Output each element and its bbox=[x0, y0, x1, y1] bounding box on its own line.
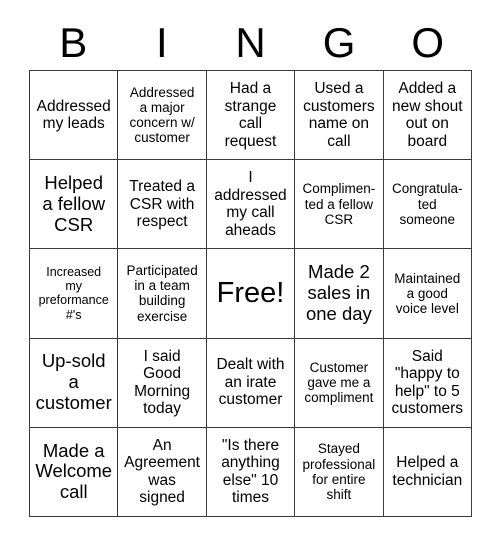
bingo-header: BINGO bbox=[29, 18, 472, 68]
bingo-cell-label: Free! bbox=[216, 277, 285, 310]
bingo-cell-r5-c2[interactable]: An Agreement was signed bbox=[118, 427, 207, 517]
bingo-cell-r4-c4[interactable]: Customer gave me a compliment bbox=[295, 338, 384, 428]
bingo-cell-r3-c5[interactable]: Maintained a good voice level bbox=[383, 249, 472, 339]
bingo-cell-label: Up-sold a customer bbox=[35, 350, 112, 414]
bingo-cell-label: Treated a CSR with respect bbox=[129, 178, 195, 231]
bingo-header-letter-o: O bbox=[411, 19, 444, 66]
bingo-cell-label: Made a Welcome call bbox=[35, 439, 113, 503]
bingo-cell-label: Helped a technician bbox=[392, 454, 463, 489]
bingo-cell-r1-c1[interactable]: Addressed my leads bbox=[30, 71, 119, 161]
bingo-cell-label: Increased my preformance #'s bbox=[38, 265, 109, 322]
bingo-cell-r4-c1[interactable]: Up-sold a customer bbox=[30, 338, 119, 428]
bingo-cell-label: Made 2 sales in one day bbox=[305, 261, 372, 324]
bingo-cell-label: Used a customers name on call bbox=[303, 80, 375, 150]
bingo-cell-label: I addressed my call aheads bbox=[214, 169, 287, 239]
bingo-cell-label: I said Good Morning today bbox=[134, 347, 191, 418]
bingo-cell-label: Addressed a major concern w/ customer bbox=[129, 84, 195, 146]
bingo-cell-label: Customer gave me a compliment bbox=[304, 359, 374, 406]
bingo-cell-r5-c1[interactable]: Made a Welcome call bbox=[30, 427, 119, 517]
bingo-cell-label: Helped a fellow CSR bbox=[42, 171, 106, 235]
bingo-cell-label: "Is there anything else" 10 times bbox=[221, 436, 280, 507]
bingo-cell-r4-c3[interactable]: Dealt with an irate customer bbox=[206, 338, 296, 428]
bingo-cell-r5-c4[interactable]: Stayed professional for entire shift bbox=[295, 427, 384, 517]
bingo-cell-r2-c3[interactable]: I addressed my call aheads bbox=[206, 160, 296, 250]
bingo-cell-r2-c1[interactable]: Helped a fellow CSR bbox=[30, 160, 119, 250]
bingo-cell-label: Said "happy to help" to 5 customers bbox=[391, 347, 464, 418]
bingo-cell-r3-c3[interactable]: Free! bbox=[206, 249, 296, 339]
bingo-card: B I N G O Addressed my leads Addressed a majo… bbox=[0, 0, 500, 544]
bingo-cell-r1-c3[interactable]: Had a strange call request bbox=[206, 71, 296, 161]
bingo-grid: Addressed my leads Addressed a major conc… bbox=[29, 70, 472, 517]
bingo-cell-label: Dealt with an irate customer bbox=[216, 356, 285, 409]
bingo-cell-r4-c5[interactable]: Said "happy to help" to 5 customers bbox=[383, 338, 472, 428]
bingo-cell-r3-c2[interactable]: Participated in a team building exercise bbox=[118, 249, 207, 339]
bingo-cell-r4-c2[interactable]: I said Good Morning today bbox=[118, 338, 207, 428]
bingo-cell-label: Stayed professional for entire shift bbox=[302, 441, 376, 503]
bingo-cell-label: Participated in a team building exercise bbox=[126, 262, 198, 324]
bingo-cell-label: Complimen- ted a fellow CSR bbox=[302, 181, 376, 227]
bingo-cell-r1-c2[interactable]: Addressed a major concern w/ customer bbox=[118, 71, 207, 161]
bingo-cell-r2-c5[interactable]: Congratula- ted someone bbox=[383, 160, 472, 250]
bingo-header-letter-i: I bbox=[156, 19, 168, 66]
bingo-cell-label: Had a strange call request bbox=[224, 80, 277, 150]
bingo-cell-r1-c4[interactable]: Used a customers name on call bbox=[295, 71, 384, 161]
bingo-cell-r5-c5[interactable]: Helped a technician bbox=[383, 427, 472, 517]
bingo-header-letter-b: B bbox=[59, 19, 88, 66]
bingo-cell-label: Addressed my leads bbox=[36, 97, 111, 133]
bingo-cell-r2-c4[interactable]: Complimen- ted a fellow CSR bbox=[295, 160, 384, 250]
bingo-header-letter-g: G bbox=[322, 19, 356, 66]
bingo-cell-label: An Agreement was signed bbox=[124, 436, 200, 507]
bingo-header-letter-n: N bbox=[235, 19, 266, 66]
bingo-cell-r5-c3[interactable]: "Is there anything else" 10 times bbox=[206, 427, 296, 517]
bingo-cell-r2-c2[interactable]: Treated a CSR with respect bbox=[118, 160, 207, 250]
bingo-cell-r3-c4[interactable]: Made 2 sales in one day bbox=[295, 249, 384, 339]
bingo-cell-label: Added a new shout out on board bbox=[391, 80, 463, 150]
bingo-cell-r1-c5[interactable]: Added a new shout out on board bbox=[383, 71, 472, 161]
bingo-cell-r3-c1[interactable]: Increased my preformance #'s bbox=[30, 249, 119, 339]
bingo-cell-label: Maintained a good voice level bbox=[394, 270, 461, 317]
bingo-cell-label: Congratula- ted someone bbox=[392, 181, 463, 227]
